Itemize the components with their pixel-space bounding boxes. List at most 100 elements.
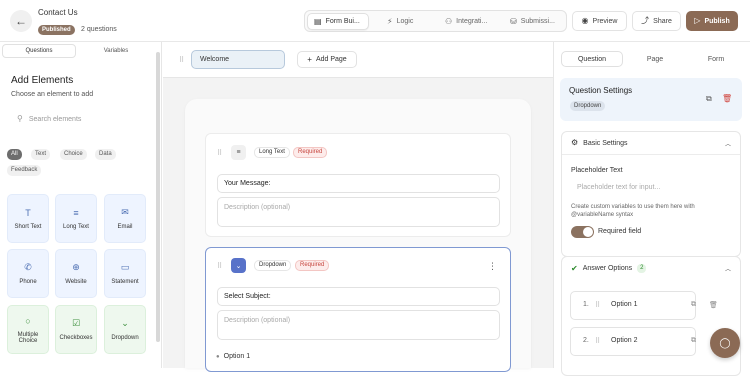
filter-data[interactable]: Data xyxy=(95,149,116,160)
description-input[interactable]: Description (optional) xyxy=(217,310,500,340)
element-long-text[interactable]: ≡ Long Text xyxy=(55,194,97,243)
phone-icon: ✆ xyxy=(24,262,32,272)
dropdown-option: ● Option 1 xyxy=(216,353,251,360)
settings-panel: Question Page Form Question Settings Dro… xyxy=(553,42,750,376)
chevron-up-icon: ︿ xyxy=(724,142,731,148)
copy-icon[interactable]: ⧉ xyxy=(691,337,696,345)
tab-variables[interactable]: Variables xyxy=(80,44,152,58)
required-badge: Required xyxy=(295,260,330,271)
drag-handle-icon[interactable]: ⠿ xyxy=(217,262,222,270)
copy-icon[interactable]: ⧉ xyxy=(691,301,696,309)
drag-handle-icon[interactable]: ⠿ xyxy=(179,56,184,64)
globe-icon: ⊕ xyxy=(72,262,80,272)
page-bar: ⠿ Welcome + Add Page xyxy=(163,42,553,78)
element-email[interactable]: ✉ Email xyxy=(104,194,146,243)
bullet-icon: ● xyxy=(216,353,220,360)
preview-button[interactable]: ◉ Preview xyxy=(572,11,627,31)
message-icon: ▭ xyxy=(120,262,130,272)
tab-questions[interactable]: Questions xyxy=(2,44,76,58)
settings-type-badge: Dropdown xyxy=(570,101,606,111)
plus-icon: + xyxy=(307,54,312,64)
question-type-badge: Dropdown xyxy=(254,260,292,271)
filter-choice[interactable]: Choice xyxy=(60,149,87,160)
placeholder-label: Placeholder Text xyxy=(571,167,623,174)
database-icon: ⛁ xyxy=(510,16,517,26)
question-text-input[interactable]: Your Message: xyxy=(217,174,500,193)
add-page-button[interactable]: + Add Page xyxy=(297,51,357,68)
panel-subheading: Choose an element to add xyxy=(11,91,94,98)
element-checkboxes[interactable]: ☑ Checkboxes xyxy=(55,305,97,354)
main-tabs: ▤ Form Bui... ⚡ Logic ⚇ Integrati... ⛁ S… xyxy=(304,10,567,32)
placeholder-input[interactable]: Placeholder text for input... xyxy=(571,180,732,195)
form-title: Contact Us xyxy=(38,8,78,17)
check-circle-icon: ✔ xyxy=(571,263,578,273)
required-label: Required field xyxy=(598,228,642,235)
question-settings-header: Question Settings Dropdown ⧉ 🗑 xyxy=(560,78,742,121)
drag-handle-icon[interactable]: ⠿ xyxy=(217,149,222,157)
element-multiple-choice[interactable]: ○ Multiple Choice xyxy=(7,305,49,354)
drag-handle-icon[interactable]: ⠿ xyxy=(595,301,600,309)
required-badge: Required xyxy=(293,147,328,158)
required-toggle[interactable] xyxy=(571,226,594,238)
question-card-selected[interactable]: ⠿ ⌄ Dropdown Required ⋮ Select Subject: … xyxy=(205,247,511,372)
question-card[interactable]: ⠿ ≡ Long Text Required Your Message: Des… xyxy=(205,133,511,237)
chat-button[interactable]: ◯ xyxy=(710,328,740,358)
paragraph-icon: ≡ xyxy=(231,145,246,160)
filter-all[interactable]: All xyxy=(7,149,22,160)
basic-settings-section: ⚙ Basic Settings ︿ Placeholder Text Plac… xyxy=(561,131,741,257)
filter-feedback[interactable]: Feedback xyxy=(7,165,42,176)
page-tab-welcome[interactable]: Welcome xyxy=(191,50,285,69)
text-icon: T xyxy=(25,207,31,218)
drag-handle-icon[interactable]: ⠿ xyxy=(595,337,600,345)
trash-icon[interactable]: 🗑 xyxy=(709,301,718,309)
form-canvas: ⠿ ≡ Long Text Required Your Message: Des… xyxy=(185,99,531,372)
publish-button[interactable]: ▷ Publish xyxy=(686,11,738,31)
chat-icon: ◯ xyxy=(719,337,731,349)
settings-title: Question Settings xyxy=(569,86,633,95)
form-icon: ▤ xyxy=(314,16,322,26)
form-canvas-area: ⠿ Welcome + Add Page ⠿ ≡ Long Text Requi… xyxy=(163,42,553,372)
filter-text[interactable]: Text xyxy=(31,149,51,160)
checkbox-icon: ☑ xyxy=(71,318,81,328)
logic-icon: ⚡ xyxy=(387,16,393,26)
tab-form[interactable]: Form xyxy=(686,51,746,67)
tab-integrations[interactable]: ⚇ Integrati... xyxy=(439,13,501,30)
trash-icon[interactable]: 🗑 xyxy=(722,94,732,103)
element-website[interactable]: ⊕ Website xyxy=(55,249,97,298)
tab-submissions[interactable]: ⛁ Submissi... xyxy=(504,13,566,30)
top-bar: ← Contact Us Published 2 questions ▤ For… xyxy=(0,0,750,42)
question-text-input[interactable]: Select Subject: xyxy=(217,287,500,306)
options-count-badge: 2 xyxy=(637,264,647,273)
tab-logic[interactable]: ⚡ Logic xyxy=(381,13,436,30)
play-icon: ▷ xyxy=(694,16,701,25)
mail-icon: ✉ xyxy=(121,207,129,217)
back-button[interactable]: ← xyxy=(10,10,32,32)
element-phone[interactable]: ✆ Phone xyxy=(7,249,49,298)
basic-settings-header[interactable]: ⚙ Basic Settings ︿ xyxy=(562,132,740,155)
answer-option-row[interactable]: 1. ⠿ Option 1 ⧉ 🗑 xyxy=(570,291,718,320)
element-statement[interactable]: ▭ Statement xyxy=(104,249,146,298)
left-scrollbar[interactable] xyxy=(156,52,160,342)
answer-options-section: ✔ Answer Options 2 ︿ 1. ⠿ Option 1 ⧉ 🗑 2… xyxy=(561,256,741,376)
element-dropdown[interactable]: ⌄ Dropdown xyxy=(104,305,146,354)
answer-option-row[interactable]: 2. ⠿ Option 2 ⧉ xyxy=(570,327,696,356)
chevron-down-icon: ⌄ xyxy=(231,258,246,273)
chevron-down-icon: ⌄ xyxy=(121,318,129,328)
radio-icon: ○ xyxy=(25,315,31,326)
search-input[interactable]: ⚲ Search elements xyxy=(11,112,151,126)
settings-tabs: Question Page Form xyxy=(561,51,746,67)
element-short-text[interactable]: T Short Text xyxy=(7,194,49,243)
left-panel-tabs: Questions Variables xyxy=(0,44,155,58)
copy-icon[interactable]: ⧉ xyxy=(706,94,712,104)
more-options-icon[interactable]: ⋮ xyxy=(488,261,497,272)
description-input[interactable]: Description (optional) xyxy=(217,197,500,227)
tab-page[interactable]: Page xyxy=(625,51,685,67)
share-button[interactable]: ⤴ Share xyxy=(632,11,681,31)
question-type-badge: Long Text xyxy=(254,147,290,158)
answer-options-header[interactable]: ✔ Answer Options 2 ︿ xyxy=(562,257,740,280)
elements-panel: Questions Variables Add Elements Choose … xyxy=(0,42,162,368)
paragraph-icon: ≡ xyxy=(73,207,79,218)
tab-question[interactable]: Question xyxy=(561,51,623,67)
tab-form-builder[interactable]: ▤ Form Bui... xyxy=(307,13,369,30)
question-count: 2 questions xyxy=(81,26,117,33)
